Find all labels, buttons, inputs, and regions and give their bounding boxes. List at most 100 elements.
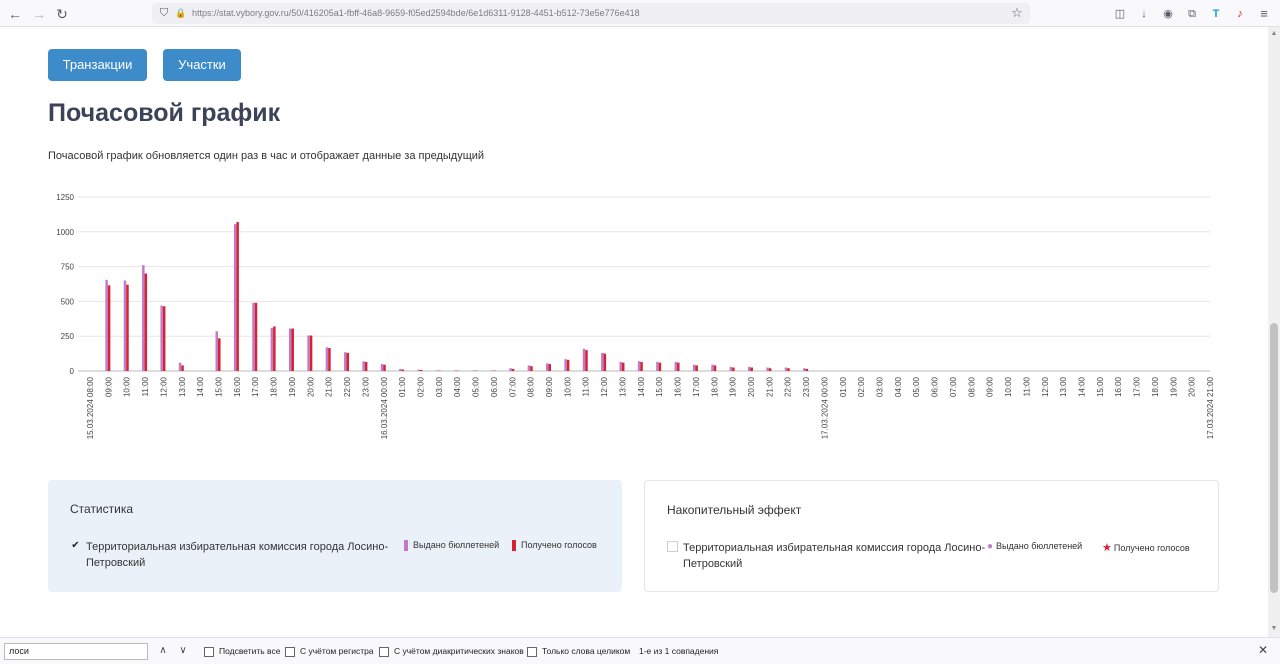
browser-toolbar: ← → ↻ ⛉ 🔒 https://stat.vybory.gov.ru/50/… [0, 0, 1280, 27]
bar-issued [564, 359, 567, 371]
whole-words-option[interactable]: Только слова целиком [527, 646, 630, 657]
cumulative-legend-received[interactable]: ★ Получено голосов [1102, 541, 1190, 554]
bar-issued [160, 305, 163, 371]
bar-issued [766, 367, 769, 371]
reload-icon[interactable]: ↻ [52, 4, 72, 24]
pocket-icon[interactable]: ◫ [1111, 5, 1129, 23]
bar-received [787, 368, 790, 371]
x-tick-label: 11:00 [141, 376, 150, 396]
x-tick-label: 18:00 [710, 376, 719, 397]
participants-button[interactable]: Участки [163, 49, 241, 81]
legend-received[interactable]: Получено голосов [512, 540, 597, 552]
x-tick-label: 10:00 [1004, 376, 1013, 397]
bar-received [419, 369, 423, 371]
y-tick-label: 0 [70, 367, 75, 376]
x-tick-label: 04:00 [894, 376, 903, 397]
bar-received [144, 273, 148, 371]
x-tick-label: 17.03.2024 21:00 [1206, 376, 1215, 439]
find-next-icon[interactable]: ∨ [176, 643, 190, 659]
x-tick-label: 21:00 [325, 376, 334, 397]
lock-icon[interactable]: 🔒 [174, 6, 188, 20]
address-bar[interactable]: ⛉ 🔒 https://stat.vybory.gov.ru/50/416205… [152, 3, 1030, 24]
x-tick-label: 10:00 [563, 376, 572, 397]
shield-icon[interactable]: ⛉ [157, 6, 171, 20]
bar-issued [637, 361, 641, 371]
x-tick-label: 09:00 [545, 376, 554, 397]
x-tick-label: 17.03.2024 00:00 [820, 376, 829, 439]
bar-issued [270, 327, 274, 371]
account-icon[interactable]: ◉ [1159, 5, 1177, 23]
x-tick-label: 06:00 [931, 376, 940, 397]
legend-issued[interactable]: Выдано бюллетеней [404, 540, 500, 552]
bar-received [309, 335, 313, 371]
x-tick-label: 04:00 [453, 376, 462, 397]
y-tick-label: 1250 [56, 193, 74, 202]
translate-extension-icon[interactable]: T [1207, 5, 1225, 23]
x-tick-label: 13:00 [1059, 376, 1068, 397]
bar-received [658, 362, 662, 371]
bar-received [254, 302, 258, 371]
bar-received [566, 359, 570, 371]
entity-checkbox[interactable]: ✔ [70, 540, 81, 551]
bar-received [328, 348, 331, 371]
x-tick-label: 16.03.2024 00:00 [380, 376, 389, 439]
whole-words-checkbox[interactable] [527, 646, 537, 657]
highlight-all-checkbox[interactable] [204, 646, 214, 657]
bar-issued [454, 370, 457, 371]
forward-icon[interactable]: → [29, 4, 49, 24]
bar-issued [546, 363, 549, 371]
x-tick-label: 17:00 [692, 376, 701, 397]
x-tick-label: 11:00 [582, 376, 591, 396]
x-tick-label: 01:00 [839, 376, 848, 397]
find-status: 1-е из 1 совпадения [639, 646, 719, 656]
bookmark-star-icon[interactable]: ☆ [1010, 6, 1024, 20]
url-text[interactable]: https://stat.vybory.gov.ru/50/416205a1-f… [192, 3, 1012, 24]
x-tick-label: 19:00 [729, 376, 738, 397]
cumulative-entity-checkbox[interactable] [667, 541, 678, 552]
x-tick-label: 03:00 [435, 376, 444, 397]
transactions-button[interactable]: Транзакции [48, 49, 147, 81]
x-tick-label: 11:00 [1022, 376, 1031, 396]
bar-issued [399, 368, 402, 371]
match-case-option[interactable]: С учётом регистра [285, 646, 374, 657]
bar-issued [729, 366, 733, 371]
download-icon[interactable]: ↓ [1135, 5, 1153, 23]
bar-issued [344, 352, 347, 371]
diacritics-option[interactable]: С учётом диакритических знаков [379, 646, 524, 657]
scroll-thumb[interactable] [1270, 323, 1278, 593]
bar-issued [105, 279, 108, 371]
x-tick-label: 23:00 [361, 376, 370, 397]
find-close-icon[interactable]: ✕ [1258, 643, 1268, 657]
bar-received [768, 368, 772, 371]
entity-label: Территориальная избирательная комиссия г… [86, 541, 389, 569]
find-previous-icon[interactable]: ∧ [156, 643, 170, 659]
highlight-all-option[interactable]: Подсветить все [204, 646, 280, 657]
scroll-down-icon[interactable]: ▼ [1269, 624, 1279, 634]
scroll-up-icon[interactable]: ▲ [1269, 29, 1279, 39]
bar-issued [435, 370, 439, 371]
x-tick-label: 19:00 [288, 376, 297, 397]
cumulative-legend-issued[interactable]: ● Выдано бюллетеней [987, 541, 1082, 552]
diacritics-checkbox[interactable] [379, 646, 389, 657]
x-tick-label: 14:00 [637, 376, 646, 397]
extensions-icon[interactable]: ⧉ [1183, 5, 1201, 23]
cumulative-title: Накопительный эффект [667, 503, 802, 517]
bar-received [273, 326, 276, 371]
statistics-panel: Статистика ✔ Территориальная избирательн… [48, 480, 622, 592]
bar-issued [656, 361, 659, 371]
bar-issued [711, 364, 714, 371]
hourly-chart: 1250 1000 750 500 250 0 15.03.2024 08:00 09:00 1… [56, 193, 1215, 439]
x-tick-label: 21:00 [765, 376, 774, 397]
bar-issued [178, 362, 182, 371]
music-extension-icon[interactable]: ♪ [1231, 5, 1249, 23]
legend-issued-label: Выдано бюллетеней [413, 540, 500, 550]
find-input[interactable]: лоси [4, 643, 148, 660]
diacritics-label: С учётом диакритических знаков [394, 646, 524, 656]
back-icon[interactable]: ← [5, 4, 25, 24]
match-case-checkbox[interactable] [285, 646, 295, 657]
whole-words-label: Только слова целиком [542, 646, 631, 656]
bar-issued [490, 370, 494, 371]
menu-icon[interactable]: ≡ [1255, 5, 1273, 23]
page-scrollbar[interactable]: ▲ ▼ [1268, 27, 1280, 637]
x-tick-label: 09:00 [986, 376, 995, 397]
